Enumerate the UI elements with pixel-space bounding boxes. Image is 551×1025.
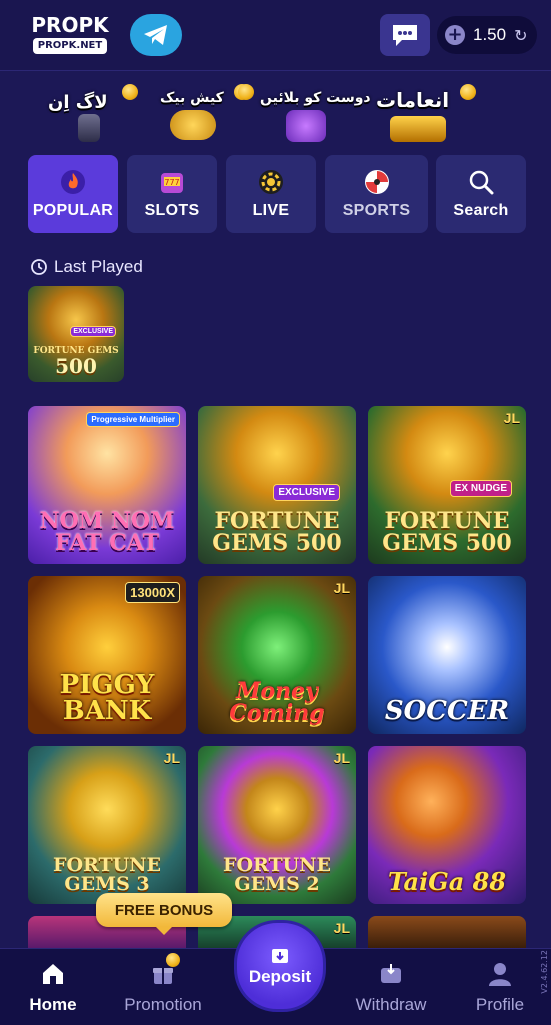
tab-label: SLOTS: [144, 202, 200, 219]
game-tile-soccer[interactable]: SOCCER: [368, 576, 526, 734]
jl-badge: JL: [333, 920, 350, 936]
feature-label: کیش بیک: [160, 90, 224, 106]
game-tile-fortune-gems-500[interactable]: EXCLUSIVE FORTUNE GEMS 500: [198, 406, 356, 564]
game-title: PIGGY BANK: [59, 670, 155, 726]
feature-label: دوست کو بلائیں: [260, 90, 371, 106]
nav-label: Withdraw: [355, 995, 427, 1014]
last-played-game-tile[interactable]: EXCLUSIVE FORTUNE GEMS 500: [28, 286, 124, 382]
feature-rewards[interactable]: انعامات: [376, 78, 476, 148]
wallet-icon: [376, 959, 406, 989]
feature-label: انعامات: [376, 88, 450, 112]
chat-icon: [393, 25, 417, 46]
game-tile-nom-nom-fat-cat[interactable]: Progressive Multiplier NOM NOM FAT CAT: [28, 406, 186, 564]
telegram-button[interactable]: [130, 14, 182, 56]
refresh-icon[interactable]: ↻: [514, 26, 527, 45]
jl-badge: JL: [333, 580, 350, 596]
tab-slots[interactable]: 777 SLOTS: [127, 155, 217, 233]
game-tile-fortune-gems-2[interactable]: JL FORTUNE GEMS 2: [198, 746, 356, 904]
game-tile-fortune-gems-3[interactable]: JL FORTUNE GEMS 3: [28, 746, 186, 904]
free-bonus-button[interactable]: FREE BONUS: [96, 893, 232, 935]
feature-cashback[interactable]: کیش بیک: [152, 78, 252, 148]
tab-sports[interactable]: SPORTS: [325, 155, 428, 233]
nav-label: Promotion: [124, 995, 202, 1014]
exclusive-badge: EXCLUSIVE: [70, 326, 116, 337]
last-played-heading: Last Played: [30, 257, 143, 277]
gift-art: [390, 116, 446, 142]
coin-icon: [122, 84, 138, 100]
search-icon: [467, 168, 495, 196]
game-tile-partial[interactable]: [368, 916, 526, 948]
deposit-button[interactable]: Deposit: [234, 920, 326, 1012]
nav-withdraw[interactable]: Withdraw: [346, 959, 436, 1015]
game-title: TaiGa 88: [387, 867, 507, 896]
exclusive-badge: EXCLUSIVE: [273, 484, 340, 501]
propk-logo[interactable]: PROPK PROPK.NET: [30, 14, 110, 56]
game-tile-piggy-bank[interactable]: 13000X PIGGY BANK: [28, 576, 186, 734]
user-icon: [485, 959, 515, 989]
nav-home[interactable]: Home: [8, 959, 98, 1015]
progressive-badge: Progressive Multiplier: [86, 412, 180, 427]
game-title: SOCCER: [384, 696, 510, 726]
tab-popular[interactable]: POPULAR: [28, 155, 118, 233]
feature-invite-friend[interactable]: دوست کو بلائیں: [238, 78, 371, 148]
version-text: V2.4.62.12: [540, 950, 549, 994]
feature-label: لاگ اِن: [48, 92, 108, 113]
svg-text:777: 777: [164, 178, 179, 187]
home-icon: [38, 959, 68, 989]
jl-badge: JL: [163, 750, 180, 766]
game-title: Money Coming: [229, 678, 325, 726]
nav-profile[interactable]: Profile: [455, 959, 545, 1015]
game-title: FORTUNE GEMS 500: [212, 508, 342, 556]
chat-button[interactable]: [380, 14, 430, 56]
category-tabs: POPULAR 777 SLOTS LIVE SPORTS Search: [0, 155, 551, 235]
tab-search[interactable]: Search: [436, 155, 526, 233]
feature-login[interactable]: لاگ اِن: [44, 78, 138, 148]
coin-icon: [238, 84, 254, 100]
logo-text: PROPK: [31, 13, 109, 37]
friends-art: [286, 110, 326, 142]
telegram-icon: [144, 25, 167, 45]
coin-icon: [166, 953, 180, 967]
game-title: FORTUNE GEMS 500: [382, 508, 512, 556]
deposit-label: Deposit: [248, 967, 312, 986]
soccer-ball-icon: [363, 168, 391, 196]
nudge-badge: EX NUDGE: [449, 480, 512, 497]
logo-subtext: PROPK.NET: [33, 38, 107, 54]
fire-icon: [59, 168, 87, 196]
top-bar: PROPK PROPK.NET + 1.50 ↻: [0, 0, 551, 71]
tab-label: POPULAR: [32, 202, 114, 219]
game-tile-fortune-gems-500-nudge[interactable]: JL EX NUDGE FORTUNE GEMS 500: [368, 406, 526, 564]
tab-label: LIVE: [252, 202, 290, 219]
history-icon: [31, 259, 47, 275]
slot-machine-art: [78, 114, 100, 142]
balance-amount: 1.50: [473, 25, 507, 44]
last-played-label: Last Played: [54, 257, 143, 276]
nav-label: Home: [29, 995, 77, 1014]
coins-art: [170, 110, 216, 140]
nav-promotion[interactable]: Promotion: [118, 953, 208, 1015]
jl-badge: JL: [503, 410, 520, 426]
nav-label: Profile: [475, 995, 525, 1014]
feature-row: لاگ اِن کیش بیک دوست کو بلائیں انعامات: [0, 78, 551, 148]
slot-machine-icon: 777: [158, 168, 186, 196]
game-subtitle: 500: [55, 354, 97, 378]
coin-icon: [460, 84, 476, 100]
balance-pill[interactable]: + 1.50 ↻: [437, 16, 537, 54]
gift-icon: [148, 953, 180, 989]
tab-live[interactable]: LIVE: [226, 155, 316, 233]
tab-label: Search: [453, 202, 509, 219]
tab-label: SPORTS: [342, 202, 411, 219]
deposit-icon: [272, 949, 288, 963]
jl-badge: JL: [333, 750, 350, 766]
game-tile-taiga-88[interactable]: TaiGa 88: [368, 746, 526, 904]
casino-chip-icon: [257, 168, 285, 196]
multiplier-badge: 13000X: [125, 582, 180, 603]
game-title: NOM NOM FAT CAT: [39, 508, 175, 556]
add-funds-icon[interactable]: +: [445, 25, 465, 45]
game-tile-money-coming[interactable]: JL Money Coming: [198, 576, 356, 734]
